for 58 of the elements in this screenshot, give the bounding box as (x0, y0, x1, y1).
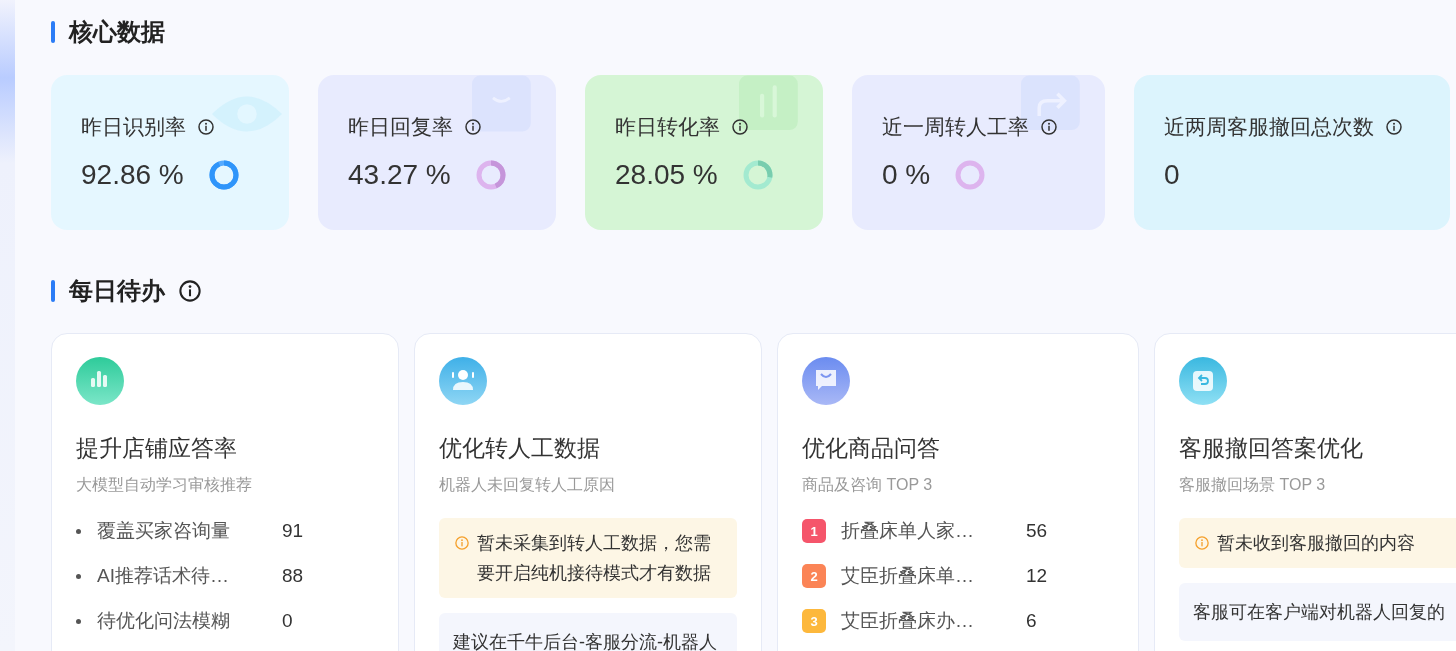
task-icon (439, 357, 487, 405)
info-icon[interactable] (179, 280, 201, 302)
section-title: 每日待办 (69, 276, 165, 306)
task-icon (1179, 357, 1227, 405)
metric-label: 昨日转化率 (615, 114, 720, 140)
task-title: 客服撤回答案优化 (1179, 434, 1364, 463)
ring-chart-icon (741, 159, 774, 191)
warning-text: 暂未采集到转人工数据，您需要开启纯机接待模式才有数据 (477, 532, 712, 585)
section-title: 核心数据 (69, 17, 165, 47)
info-icon[interactable] (732, 119, 748, 135)
task-subtitle: 大模型自动学习审核推荐 (76, 475, 253, 495)
metric-value: 0 (1164, 159, 1180, 191)
item-count: 88 (282, 565, 304, 587)
item-label[interactable]: 覆盖买家咨询量 (97, 518, 282, 544)
item-count: 12 (1026, 565, 1048, 587)
item-count: 0 (282, 610, 293, 632)
bullet-icon (76, 528, 81, 534)
ring-chart-icon (474, 159, 507, 191)
ring-chart-icon (954, 159, 987, 191)
info-icon[interactable] (1386, 119, 1402, 135)
task-subtitle: 机器人未回复转人工原因 (439, 475, 616, 495)
metric-value: 92.86 % (81, 159, 184, 191)
task-icon (76, 357, 124, 405)
info-icon[interactable] (465, 119, 481, 135)
ring-chart-icon (207, 159, 240, 191)
task-subtitle: 客服撤回场景 TOP 3 (1179, 475, 1327, 495)
task-icon (802, 357, 850, 405)
item-label[interactable]: 折叠床单人家… (841, 518, 1026, 544)
info-icon[interactable] (1041, 119, 1057, 135)
rank-badge: 2 (802, 564, 826, 588)
bullet-icon (76, 573, 81, 579)
metric-value: 43.27 % (348, 159, 451, 191)
warning-text: 暂未收到客服撤回的内容 (1217, 532, 1415, 555)
rank-badge: 3 (802, 609, 826, 633)
warning-icon (455, 536, 469, 550)
item-label[interactable]: 待优化问法模糊 (97, 608, 282, 634)
task-title: 优化商品问答 (802, 434, 941, 463)
item-count: 56 (1026, 520, 1048, 542)
task-subtitle: 商品及咨询 TOP 3 (802, 475, 934, 495)
item-label[interactable]: 艾臣折叠床单… (841, 563, 1026, 589)
item-count: 6 (1026, 610, 1037, 632)
metric-label: 近两周客服撤回总次数 (1164, 114, 1374, 140)
rank-badge: 1 (802, 519, 826, 543)
tip-text: 建议在千牛后台-客服分流-机器人 (453, 631, 717, 651)
task-title: 提升店铺应答率 (76, 434, 238, 463)
bullet-icon (76, 618, 81, 624)
metric-value: 28.05 % (615, 159, 718, 191)
metric-value: 0 % (882, 159, 931, 191)
tip-text: 客服可在客户端对机器人回复的 (1193, 601, 1445, 624)
warning-icon (1195, 536, 1209, 550)
item-count: 91 (282, 520, 304, 542)
metric-label: 近一周转人工率 (882, 114, 1029, 140)
metric-label: 昨日回复率 (348, 114, 453, 140)
item-label[interactable]: 艾臣折叠床办… (841, 608, 1026, 634)
task-title: 优化转人工数据 (439, 434, 601, 463)
metric-label: 昨日识别率 (81, 114, 186, 140)
info-icon[interactable] (198, 119, 214, 135)
item-label[interactable]: AI推荐话术待… (97, 563, 282, 589)
